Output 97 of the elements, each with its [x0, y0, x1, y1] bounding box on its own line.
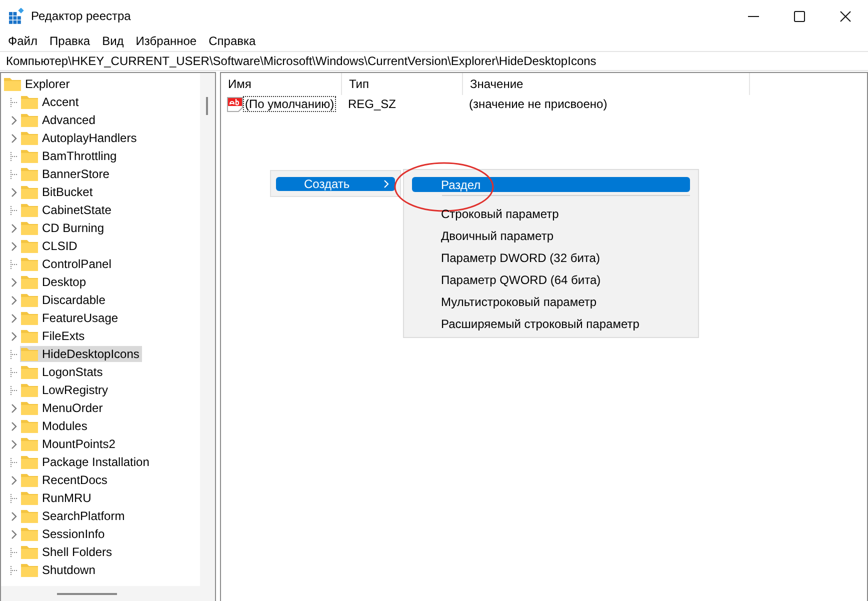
menu-item[interactable]: Создать: [276, 176, 395, 190]
close-icon: [840, 10, 850, 22]
chevron-icon[interactable]: [11, 116, 17, 124]
folder-icon: [21, 113, 38, 127]
tree-item[interactable]: Desktop: [42, 275, 86, 289]
tree-item[interactable]: MenuOrder: [42, 401, 103, 415]
folder-icon: [21, 95, 38, 109]
table-cell[interactable]: (По умолчанию): [243, 96, 336, 112]
tree-item[interactable]: Accent: [42, 95, 79, 109]
folder-icon: [21, 221, 38, 235]
chevron-icon[interactable]: [11, 134, 17, 142]
folder-icon: [21, 257, 38, 271]
menu-item[interactable]: Строковый параметр: [412, 203, 690, 225]
chevron-icon[interactable]: [11, 242, 17, 250]
menu-item[interactable]: Избранное: [130, 34, 203, 48]
tree-item[interactable]: CabinetState: [42, 203, 112, 217]
chevron-icon[interactable]: [11, 278, 17, 286]
tree-item[interactable]: Explorer: [25, 77, 70, 91]
folder-icon: [21, 473, 38, 487]
folder-icon: [21, 239, 38, 253]
folder-icon: [21, 491, 38, 505]
horizontal-scrollbar[interactable]: [1, 586, 215, 601]
folder-icon: [21, 347, 38, 361]
tree-item[interactable]: SessionInfo: [42, 527, 105, 541]
folder-icon: [21, 437, 38, 451]
registry-icon: [9, 8, 25, 24]
folder-icon: [21, 149, 38, 163]
tree-item[interactable]: FileExts: [42, 329, 85, 343]
folder-icon: [21, 401, 38, 415]
chevron-icon[interactable]: [11, 440, 17, 448]
maximize-icon: [794, 10, 804, 22]
column-header[interactable]: Тип: [342, 73, 463, 95]
chevron-icon[interactable]: [11, 188, 17, 196]
folder-icon: [21, 419, 38, 433]
tree-item[interactable]: LogonStats: [42, 365, 103, 379]
menu-item[interactable]: Файл: [2, 34, 44, 48]
tree-item[interactable]: RecentDocs: [42, 473, 108, 487]
folder-icon: [4, 77, 21, 91]
menu-item[interactable]: Параметр DWORD (32 бита): [412, 247, 690, 269]
tree-item[interactable]: Shell Folders: [42, 545, 112, 559]
tree-item[interactable]: CLSID: [42, 239, 78, 253]
chevron-icon[interactable]: [11, 512, 17, 520]
tree-item[interactable]: RunMRU: [42, 491, 92, 505]
menu-item[interactable]: Мультистроковый параметр: [412, 291, 690, 313]
tree-item[interactable]: CD Burning: [42, 221, 104, 235]
vertical-scrollbar[interactable]: [200, 73, 215, 586]
chevron-icon[interactable]: [11, 332, 17, 340]
chevron-icon[interactable]: [11, 404, 17, 412]
menu-item[interactable]: Правка: [44, 34, 96, 48]
folder-icon: [21, 203, 38, 217]
address-field[interactable]: Компьютер\HKEY_CURRENT_USER\Software\Microsoft\Windows\CurrentVersion\Explorer\HideDesktopIcons: [0, 51, 868, 71]
folder-icon: [21, 563, 38, 577]
chevron-icon[interactable]: [11, 530, 17, 538]
tree-item[interactable]: SearchPlatform: [42, 509, 125, 523]
tree-item[interactable]: Discardable: [42, 293, 106, 307]
chevron-icon[interactable]: [11, 314, 17, 322]
tree-item[interactable]: MountPoints2: [42, 437, 116, 451]
chevron-icon[interactable]: [11, 422, 17, 430]
folder-icon: [21, 365, 38, 379]
folder-icon: [21, 167, 38, 181]
table-cell-text: (значение не присвоено): [468, 97, 608, 111]
folder-icon: [21, 293, 38, 307]
menu-item[interactable]: Двоичный параметр: [412, 225, 690, 247]
tree-item[interactable]: BitBucket: [42, 185, 93, 199]
folder-icon: [21, 383, 38, 397]
tree-item[interactable]: FeatureUsage: [42, 311, 118, 325]
string-value-icon: [227, 96, 243, 112]
tree-item[interactable]: AutoplayHandlers: [42, 131, 137, 145]
folder-icon: [21, 275, 38, 289]
tree-item[interactable]: Shutdown: [42, 563, 96, 577]
folder-icon: [21, 329, 38, 343]
tree-item[interactable]: Package Installation: [42, 455, 150, 469]
tree-item[interactable]: BamThrottling: [42, 149, 117, 163]
tree-item[interactable]: BannerStore: [42, 167, 110, 181]
menu-item[interactable]: Справка: [202, 34, 262, 48]
folder-icon: [21, 527, 38, 541]
table-cell-text: REG_SZ: [347, 97, 398, 111]
menu-item[interactable]: Раздел: [412, 177, 690, 192]
column-header[interactable]: Имя: [221, 73, 342, 95]
tree-item[interactable]: LowRegistry: [42, 383, 108, 397]
tree-item[interactable]: Advanced: [42, 113, 96, 127]
menu-item[interactable]: Параметр QWORD (64 бита): [412, 269, 690, 291]
folder-icon: [21, 455, 38, 469]
folder-icon: [21, 545, 38, 559]
tree-item[interactable]: Modules: [42, 419, 88, 433]
tree-item[interactable]: ControlPanel: [42, 257, 112, 271]
menu-item[interactable]: Вид: [96, 34, 130, 48]
menu-item[interactable]: Расширяемый строковый параметр: [412, 313, 690, 335]
folder-icon: [21, 185, 38, 199]
chevron-icon[interactable]: [11, 476, 17, 484]
chevron-icon[interactable]: [11, 296, 17, 304]
folder-icon: [21, 509, 38, 523]
column-header[interactable]: Значение: [463, 73, 750, 95]
chevron-icon[interactable]: [11, 224, 17, 232]
folder-icon: [21, 311, 38, 325]
folder-icon: [21, 131, 38, 145]
window-title: Редактор реестра: [31, 9, 131, 23]
